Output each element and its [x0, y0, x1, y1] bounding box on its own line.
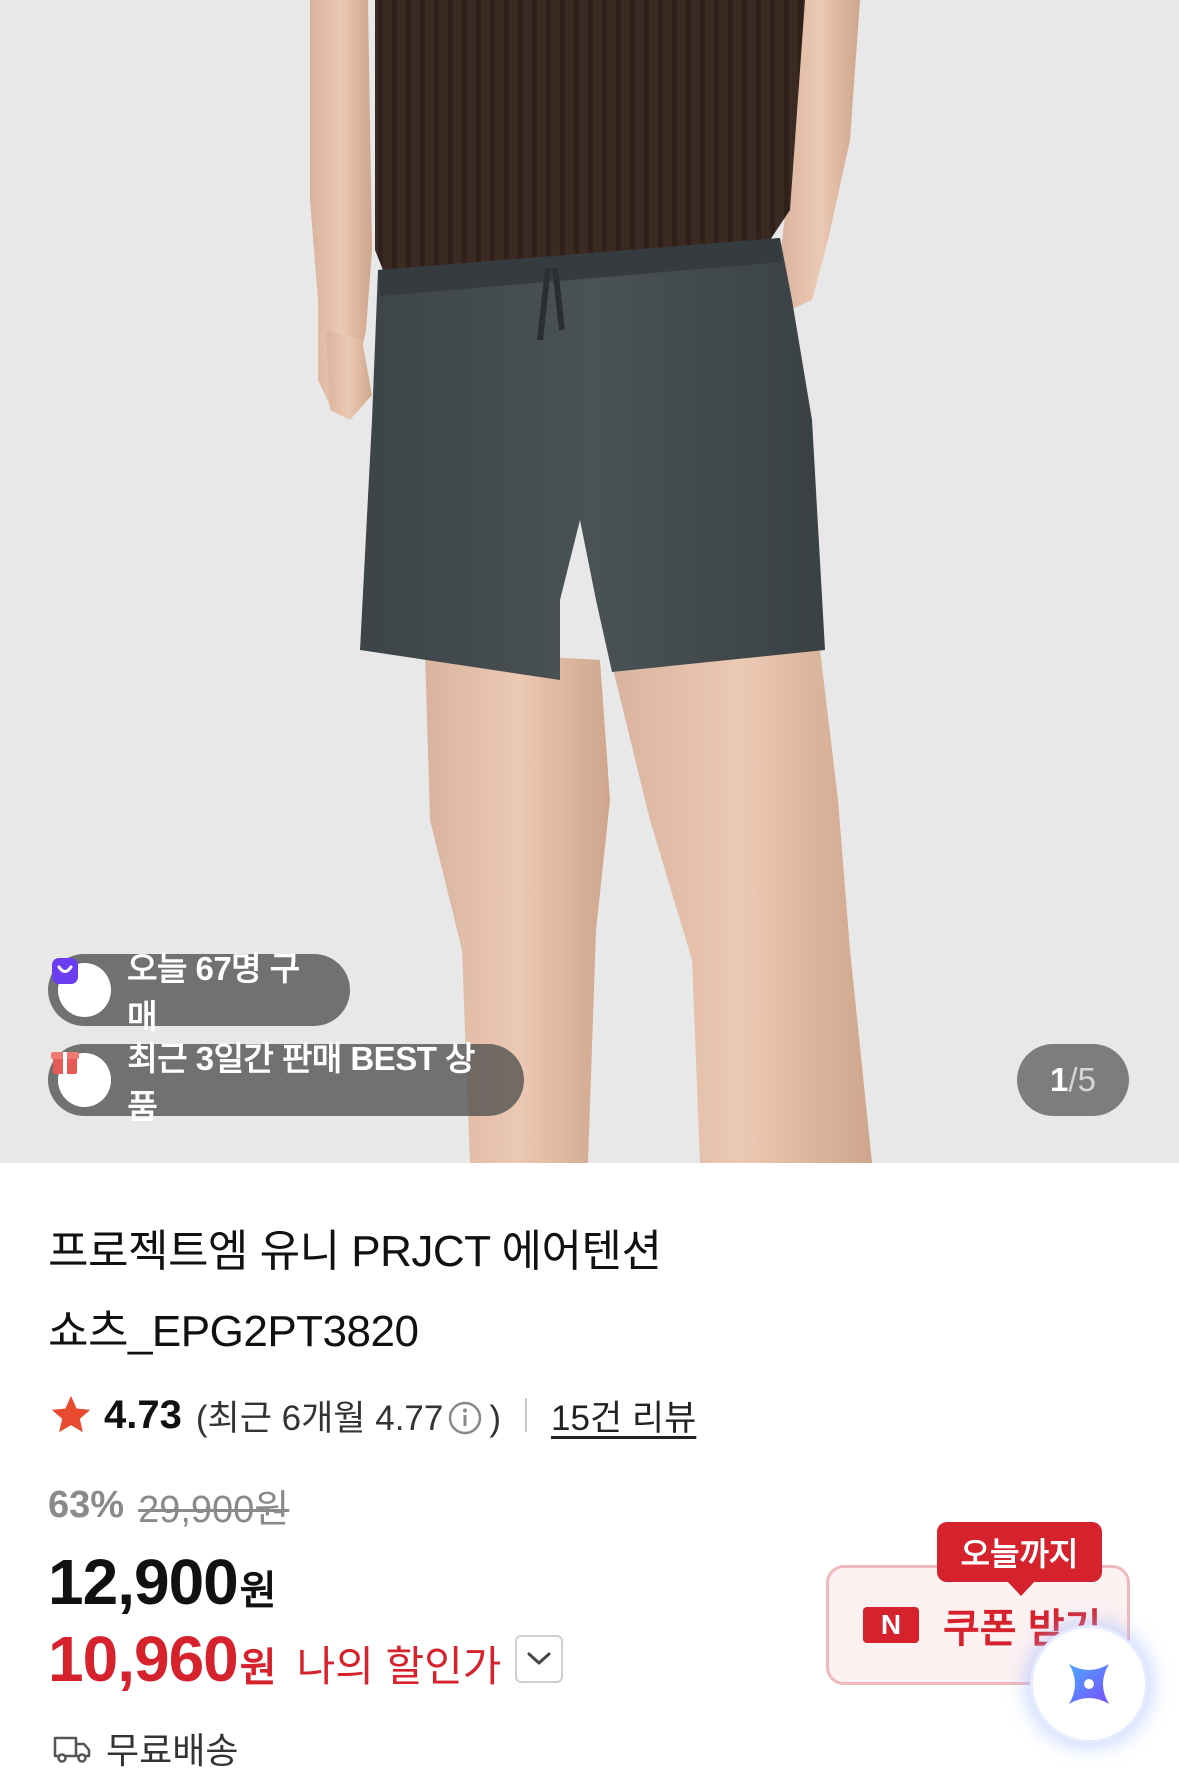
product-title-line1: 프로젝트엠 유니 PRJCT 에어텐션 [48, 1227, 662, 1276]
total-image-count: 5 [1077, 1061, 1096, 1098]
discount-row: 63% 29,900원 [48, 1478, 289, 1533]
reviews-link[interactable]: 15건 리뷰 [551, 1390, 696, 1441]
rating-row: 4.73 (최근 6개월 4.77) 15건 리뷰 [48, 1390, 696, 1440]
recent-rating: (최근 6개월 4.77) [196, 1390, 501, 1441]
my-discount-price: 10,960 원 나의 할인가 [48, 1622, 564, 1696]
coupon-deadline-tag: 오늘까지 [937, 1522, 1102, 1596]
best-seller-text: 최근 3일간 판매 BEST 상품 [127, 1040, 475, 1125]
star-icon [51, 1395, 91, 1433]
rating-score: 4.73 [104, 1392, 182, 1437]
shipping-text: 무료배송 [106, 1730, 239, 1771]
image-counter: 1 / 5 [1017, 1044, 1129, 1116]
counter-separator: / [1068, 1061, 1078, 1098]
gift-box-icon [51, 1052, 112, 1107]
recent-rating-text: (최근 6개월 4.77 [195, 1398, 444, 1438]
current-image-index: 1 [1050, 1061, 1069, 1098]
rating-divider [525, 1398, 528, 1432]
chevron-down-icon [527, 1652, 551, 1665]
shopping-bag-icon [52, 958, 112, 1017]
my-price-label: 나의 할인가 [296, 1643, 502, 1690]
sale-price-amount: 12,900 [48, 1546, 239, 1618]
my-price-dropdown-button[interactable] [515, 1635, 564, 1683]
product-title: 프로젝트엠 유니 PRJCT 에어텐션 쇼츠_EPG2PT3820 [48, 1212, 928, 1372]
original-price: 29,900원 [138, 1489, 290, 1531]
today-purchases-badge: 오늘 67명 구매 [48, 950, 350, 1035]
best-seller-badge: 최근 3일간 판매 BEST 상품 [48, 1040, 524, 1125]
discount-percent: 63% [48, 1484, 125, 1526]
sale-price-unit: 원 [239, 1569, 277, 1613]
naver-logo-icon: N [863, 1607, 919, 1643]
ai-assistant-button[interactable] [1030, 1625, 1148, 1743]
truck-icon [53, 1736, 91, 1763]
sparkle-x-icon [1069, 1664, 1109, 1704]
recent-rating-close: ) [489, 1398, 502, 1438]
sale-price: 12,900 원 [48, 1545, 277, 1619]
product-title-line2: 쇼츠_EPG2PT3820 [48, 1307, 419, 1356]
product-image-gallery[interactable]: 오늘 67명 구매 최근 3일간 판매 BEST 상품 1 / 5 [0, 0, 1179, 1163]
my-price-unit: 원 [239, 1646, 277, 1690]
today-purchases-text: 오늘 67명 구매 [127, 950, 300, 1035]
shipping-info: 무료배송 [52, 1722, 238, 1774]
info-icon[interactable] [447, 1400, 483, 1436]
my-price-amount: 10,960 [48, 1623, 239, 1695]
